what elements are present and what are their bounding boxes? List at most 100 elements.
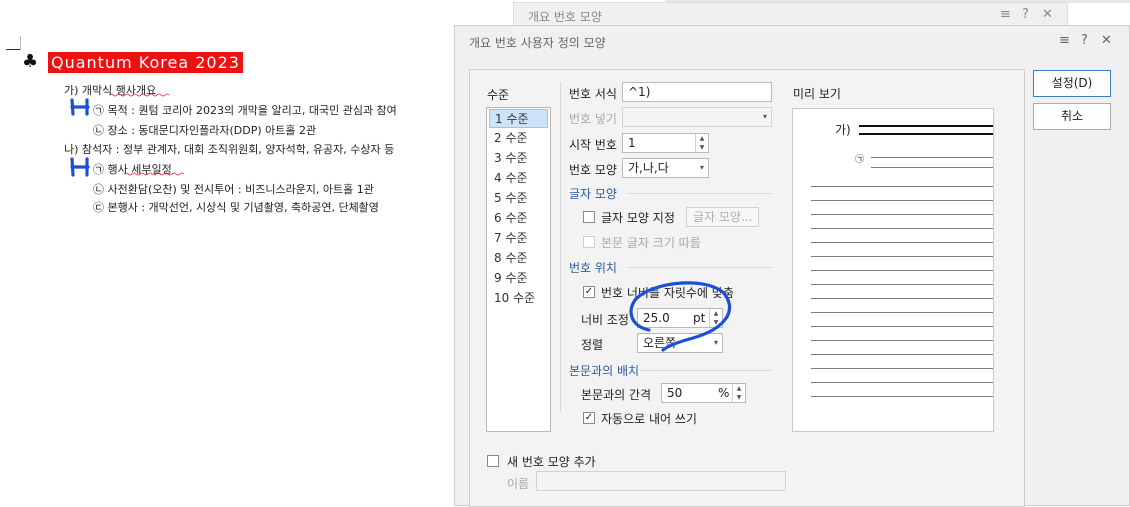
menu-icon[interactable]: ≡ bbox=[1000, 7, 1011, 22]
preview-line bbox=[871, 167, 993, 168]
help-icon[interactable]: ? bbox=[1081, 33, 1088, 48]
spell-underline bbox=[124, 172, 184, 176]
doc-line-6: ㉡ 사전환담(오찬) 및 전시투어 : 비즈니스라운지, 아트홀 1관 bbox=[93, 183, 374, 196]
close-icon[interactable]: ✕ bbox=[1042, 7, 1053, 22]
dialog-titlebar: 개요 번호 사용자 정의 모양 ≡ ? ✕ bbox=[455, 26, 1129, 56]
number-shape-label: 번호 모양 bbox=[569, 163, 617, 177]
preview-line bbox=[871, 157, 993, 158]
number-format-input[interactable]: ^1) bbox=[622, 82, 772, 102]
doc-line-7: ㉢ 본행사 : 개막선언, 시상식 및 기념촬영, 축하공연, 단체촬영 bbox=[93, 201, 379, 214]
help-icon[interactable]: ? bbox=[1022, 7, 1029, 22]
preview-line bbox=[811, 256, 993, 257]
body-layout-section-title: 본문과의 배치 bbox=[569, 364, 640, 378]
column-divider bbox=[560, 82, 561, 412]
preview-line bbox=[811, 340, 993, 341]
number-format-label: 번호 서식 bbox=[569, 87, 617, 101]
char-shape-section-title: 글자 모양 bbox=[569, 187, 617, 201]
annotation-circle bbox=[629, 281, 732, 352]
new-shape-checkbox[interactable] bbox=[487, 455, 499, 467]
preview-line bbox=[811, 284, 993, 285]
preview-line bbox=[811, 270, 993, 271]
new-shape-label: 새 번호 모양 추가 bbox=[507, 455, 596, 469]
level-item[interactable]: 5 수준 bbox=[489, 189, 548, 208]
preview-line bbox=[811, 396, 993, 397]
preview-box: 가) ㉠ bbox=[792, 108, 994, 432]
start-number-value: 1 bbox=[628, 136, 636, 150]
body-gap-input[interactable]: 50 % ▲ ▼ bbox=[661, 383, 746, 403]
document-title: Quantum Korea 2023 bbox=[48, 52, 243, 73]
insert-number-label: 번호 넣기 bbox=[569, 112, 617, 126]
level-item[interactable]: 4 수준 bbox=[489, 169, 548, 188]
cursor-mark bbox=[6, 49, 20, 50]
doc-line-4: 나) 참석자 : 정부 관계자, 대회 조직위원회, 양자석학, 유공자, 수상… bbox=[64, 143, 395, 156]
preview-line bbox=[859, 125, 993, 127]
cursor-mark-vertical bbox=[20, 36, 21, 50]
body-gap-unit: % bbox=[718, 386, 730, 400]
body-gap-spinner[interactable]: ▲ ▼ bbox=[732, 384, 745, 402]
align-label: 정렬 bbox=[581, 338, 604, 352]
annotation-h-mark bbox=[70, 98, 90, 116]
chevron-down-icon: ▾ bbox=[699, 163, 704, 172]
number-shape-select[interactable]: 가,나,다 ▾ bbox=[622, 158, 709, 178]
cancel-button[interactable]: 취소 bbox=[1033, 103, 1111, 130]
preview-line bbox=[859, 133, 993, 135]
fit-width-checkbox[interactable]: ✓ bbox=[583, 286, 595, 298]
number-position-section-title: 번호 위치 bbox=[569, 261, 617, 275]
document-area[interactable]: ♣ Quantum Korea 2023 가) 개막식 행사개요 ㉠ 목적 : … bbox=[0, 0, 470, 506]
preview-line bbox=[811, 186, 993, 187]
level-item[interactable]: 1 수준 bbox=[489, 109, 548, 128]
preview-line bbox=[811, 368, 993, 369]
start-number-input[interactable]: 1 ▲ ▼ bbox=[622, 133, 709, 153]
preview-line bbox=[811, 242, 993, 243]
section-divider bbox=[627, 267, 772, 268]
level-header: 수준 bbox=[487, 88, 510, 102]
follow-body-size-checkbox bbox=[583, 236, 595, 248]
char-shape-checkbox[interactable] bbox=[583, 211, 595, 223]
level-item[interactable]: 7 수준 bbox=[489, 229, 548, 248]
club-bullet-icon: ♣ bbox=[22, 51, 39, 72]
insert-number-select: ▾ bbox=[622, 107, 772, 127]
close-icon[interactable]: ✕ bbox=[1101, 33, 1112, 48]
follow-body-size-label: 본문 글자 크기 따름 bbox=[601, 236, 701, 250]
level-item[interactable]: 6 수준 bbox=[489, 209, 548, 228]
preview-line bbox=[811, 312, 993, 313]
doc-line-3: ㉡ 장소 : 동대문디자인플라자(DDP) 아트홀 2관 bbox=[93, 124, 317, 137]
section-divider bbox=[627, 193, 772, 194]
dialog-title: 개요 번호 사용자 정의 모양 bbox=[469, 36, 606, 50]
preview-line bbox=[811, 200, 993, 201]
level-item[interactable]: 9 수준 bbox=[489, 269, 548, 288]
settings-panel: 수준 1 수준 2 수준 3 수준 4 수준 5 수준 6 수준 7 수준 8 … bbox=[469, 69, 1025, 507]
ok-button[interactable]: 설정(D) bbox=[1033, 70, 1111, 97]
level-list[interactable]: 1 수준 2 수준 3 수준 4 수준 5 수준 6 수준 7 수준 8 수준 … bbox=[486, 107, 551, 432]
preview-line bbox=[811, 354, 993, 355]
body-gap-value: 50 bbox=[667, 386, 683, 400]
menu-icon[interactable]: ≡ bbox=[1059, 33, 1070, 48]
char-shape-button[interactable]: 글자 모양... bbox=[686, 207, 760, 227]
annotation-h-mark bbox=[70, 157, 90, 177]
custom-outline-dialog: 개요 번호 사용자 정의 모양 ≡ ? ✕ 수준 1 수준 2 수준 3 수준 … bbox=[454, 25, 1130, 507]
width-adjust-label: 너비 조정 bbox=[581, 313, 629, 327]
level-item[interactable]: 8 수준 bbox=[489, 249, 548, 268]
start-number-label: 시작 번호 bbox=[569, 138, 617, 152]
preview-line bbox=[811, 214, 993, 215]
preview-line bbox=[811, 382, 993, 383]
section-divider bbox=[640, 370, 772, 371]
name-input bbox=[536, 471, 786, 491]
char-shape-check-label: 글자 모양 지정 bbox=[601, 211, 675, 225]
start-number-spinner[interactable]: ▲ ▼ bbox=[695, 134, 708, 152]
spell-underline bbox=[109, 93, 169, 97]
doc-line-2: ㉠ 목적 : 퀀텀 코리아 2023의 개막을 알리고, 대국민 관심과 참여 bbox=[93, 104, 397, 117]
body-gap-label: 본문과의 간격 bbox=[581, 388, 652, 402]
preview-line bbox=[811, 326, 993, 327]
preview-first-marker: 가) bbox=[835, 123, 851, 137]
preview-label: 미리 보기 bbox=[793, 87, 841, 101]
preview-line bbox=[811, 228, 993, 229]
outline-shape-dialog-title: 개요 번호 모양 bbox=[528, 10, 602, 24]
preview-line bbox=[811, 298, 993, 299]
level-item[interactable]: 10 수준 bbox=[489, 289, 548, 308]
auto-indent-checkbox[interactable]: ✓ bbox=[583, 412, 595, 424]
number-shape-value: 가,나,다 bbox=[628, 161, 669, 175]
level-item[interactable]: 2 수준 bbox=[489, 129, 548, 148]
level-item[interactable]: 3 수준 bbox=[489, 149, 548, 168]
auto-indent-label: 자동으로 내어 쓰기 bbox=[601, 412, 697, 426]
